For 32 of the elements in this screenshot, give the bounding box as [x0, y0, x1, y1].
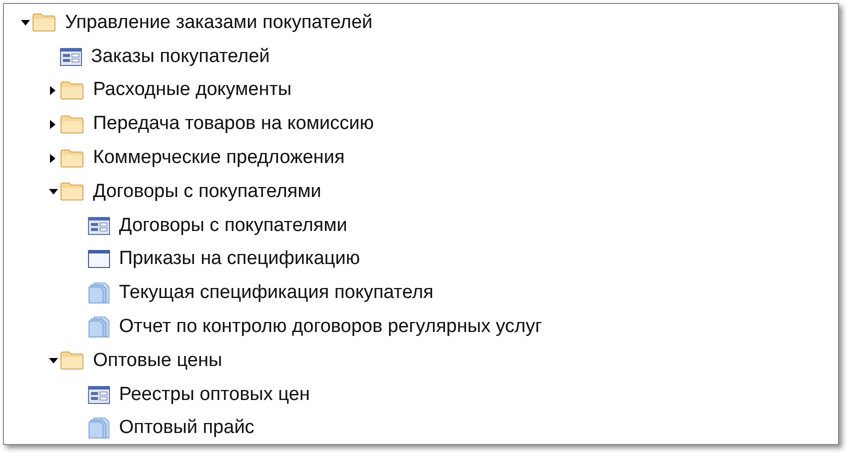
list-form-icon — [88, 216, 110, 235]
tree-item-label[interactable]: Текущая спецификация покупателя — [119, 282, 434, 304]
tree-item-label[interactable]: Оптовый прайс — [119, 417, 254, 440]
tree-item-label[interactable]: Оптовые цены — [93, 350, 222, 372]
expanded-arrow-icon[interactable] — [48, 188, 58, 195]
collapsed-arrow-icon[interactable] — [50, 120, 56, 129]
tree-item-label[interactable]: Заказы покупателей — [91, 46, 270, 68]
document-stack-icon — [88, 417, 110, 440]
tree-item-label[interactable]: Реестры оптовых цен — [119, 384, 310, 406]
folder-icon — [60, 148, 84, 168]
folder-icon — [32, 13, 56, 32]
document-stack-icon — [88, 316, 110, 338]
folder-icon — [60, 114, 84, 134]
tree-item-label[interactable]: Договоры с покупателями — [93, 180, 322, 203]
folder-icon — [60, 351, 84, 370]
collapsed-arrow-icon[interactable] — [50, 86, 56, 95]
folder-icon — [60, 80, 84, 100]
list-form-icon — [88, 386, 110, 404]
tree-item-label[interactable]: Коммерческие предложения — [93, 147, 345, 170]
expanded-arrow-icon[interactable] — [48, 358, 58, 364]
tree-item-label[interactable]: Отчет по контролю договоров регулярных услуг — [119, 316, 542, 338]
tree-item-label[interactable]: Расходные документы — [93, 79, 292, 102]
tree-item-label[interactable]: Приказы на спецификацию — [119, 248, 360, 270]
folder-icon — [60, 182, 84, 202]
list-form-icon — [60, 48, 82, 66]
expanded-arrow-icon[interactable] — [20, 20, 30, 26]
document-stack-icon — [88, 282, 110, 304]
tree-item-label[interactable]: Управление заказами покупателей — [65, 12, 373, 34]
collapsed-arrow-icon[interactable] — [50, 154, 56, 163]
tree-item-label[interactable]: Договоры с покупателями — [119, 214, 348, 237]
window-icon — [88, 250, 110, 268]
tree-item-label[interactable]: Передача товаров на комиссию — [93, 113, 374, 136]
